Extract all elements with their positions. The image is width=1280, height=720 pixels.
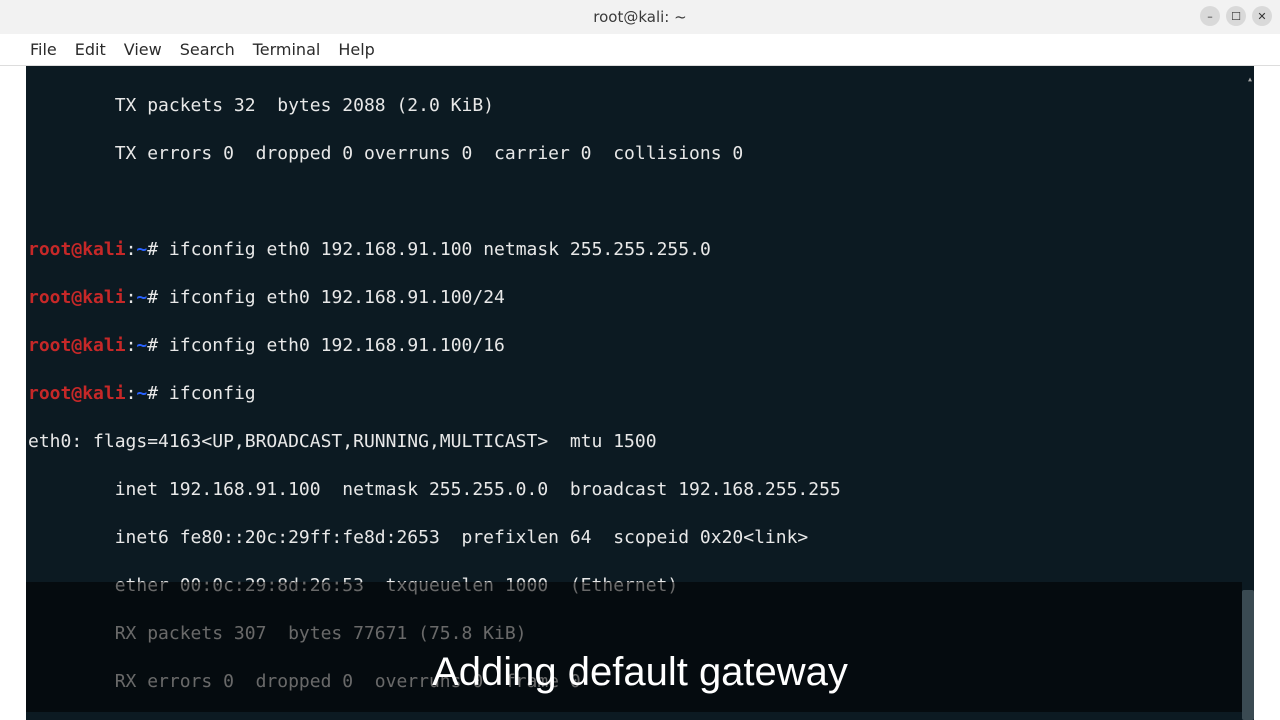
window-title: root@kali: ~ [593, 8, 686, 26]
menu-file[interactable]: File [30, 40, 57, 59]
output-line: inet6 fe80::20c:29ff:fe8d:2653 prefixlen… [28, 526, 1252, 550]
output-line: ether 00:0c:29:8d:26:53 txqueuelen 1000 … [28, 574, 1252, 598]
output-line: TX errors 0 dropped 0 overruns 0 carrier… [28, 142, 1252, 166]
prompt-path: ~ [136, 239, 147, 260]
menu-help[interactable]: Help [338, 40, 374, 59]
command-text: ifconfig eth0 192.168.91.100/16 [158, 335, 505, 356]
close-button[interactable]: ✕ [1252, 6, 1272, 26]
prompt-hash: # [147, 239, 158, 260]
command-text: ifconfig eth0 192.168.91.100 netmask 255… [158, 239, 711, 260]
prompt-line: root@kali:~# ifconfig eth0 192.168.91.10… [28, 238, 1252, 262]
menu-terminal[interactable]: Terminal [253, 40, 321, 59]
terminal-output[interactable]: TX packets 32 bytes 2088 (2.0 KiB) TX er… [26, 66, 1254, 720]
minimize-button[interactable]: – [1200, 6, 1220, 26]
video-caption: Adding default gateway [26, 660, 1254, 684]
prompt-line: root@kali:~# ifconfig eth0 192.168.91.10… [28, 286, 1252, 310]
output-line [28, 190, 1252, 214]
output-line: TX packets 32 bytes 2088 (2.0 KiB) [28, 94, 1252, 118]
prompt-at: @ [71, 239, 82, 260]
menu-bar: File Edit View Search Terminal Help [0, 34, 1280, 66]
output-line: eth0: flags=4163<UP,BROADCAST,RUNNING,MU… [28, 430, 1252, 454]
prompt-colon: : [126, 239, 137, 260]
command-text: ifconfig eth0 192.168.91.100/24 [158, 287, 505, 308]
prompt-host: kali [82, 239, 125, 260]
prompt-line: root@kali:~# ifconfig [28, 382, 1252, 406]
maximize-button[interactable]: ☐ [1226, 6, 1246, 26]
output-line: RX packets 307 bytes 77671 (75.8 KiB) [28, 622, 1252, 646]
menu-search[interactable]: Search [180, 40, 235, 59]
window-titlebar: root@kali: ~ – ☐ ✕ [0, 0, 1280, 34]
command-text: ifconfig [158, 383, 256, 404]
menu-view[interactable]: View [124, 40, 162, 59]
terminal-scrollbar[interactable]: ▴ [1242, 66, 1254, 720]
scroll-up-arrow-icon[interactable]: ▴ [1247, 68, 1253, 92]
menu-edit[interactable]: Edit [75, 40, 106, 59]
output-line: inet 192.168.91.100 netmask 255.255.0.0 … [28, 478, 1252, 502]
prompt-user: root [28, 239, 71, 260]
prompt-line: root@kali:~# ifconfig eth0 192.168.91.10… [28, 334, 1252, 358]
scrollbar-thumb[interactable] [1242, 590, 1254, 720]
